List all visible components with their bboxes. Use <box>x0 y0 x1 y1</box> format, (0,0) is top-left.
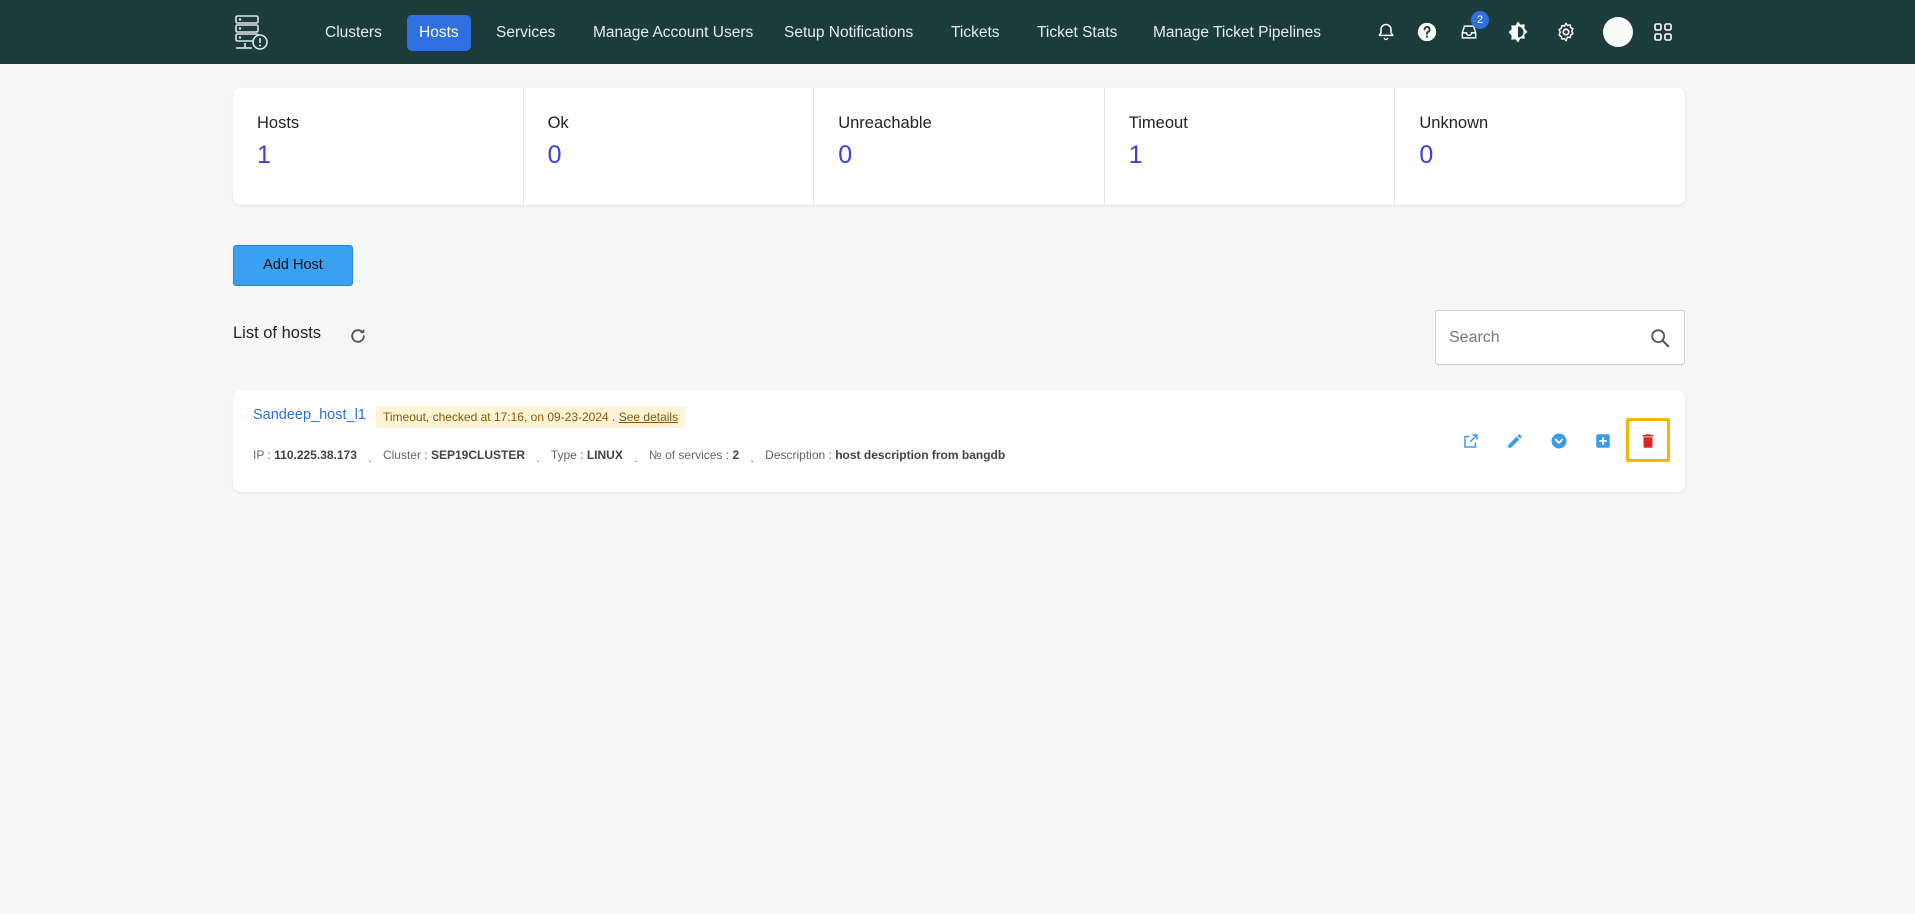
host-row: Sandeep_host_l1 Timeout, checked at 17:1… <box>233 390 1685 492</box>
add-host-button[interactable]: Add Host <box>233 245 353 286</box>
status-text: Timeout, checked at 17:16, on 09-23-2024… <box>383 410 616 424</box>
services-value: 2 <box>732 448 740 462</box>
separator: . <box>536 451 540 465</box>
open-external-icon[interactable] <box>1459 429 1483 453</box>
refresh-icon[interactable] <box>348 326 368 346</box>
services-label: № of services : <box>648 448 730 462</box>
stat-timeout: Timeout 1 <box>1105 88 1396 205</box>
search-icon[interactable] <box>1649 327 1671 349</box>
ip-value: 110.225.38.173 <box>274 448 357 462</box>
search-input[interactable] <box>1449 311 1639 364</box>
separator: . <box>368 451 372 465</box>
help-icon[interactable] <box>1413 18 1441 46</box>
bell-icon[interactable] <box>1372 18 1400 46</box>
stat-value: 1 <box>1128 141 1143 169</box>
edit-icon[interactable] <box>1503 429 1527 453</box>
expand-chevron-icon[interactable] <box>1547 429 1571 453</box>
stat-ok: Ok 0 <box>524 88 815 205</box>
description-value: host description from bangdb <box>835 448 1006 462</box>
separator: . <box>750 451 754 465</box>
search-field[interactable] <box>1435 310 1685 365</box>
host-meta: IP : 110.225.38.173 . Cluster : SEP19CLU… <box>253 448 1006 465</box>
see-details-link[interactable]: See details <box>619 410 678 424</box>
host-name-link[interactable]: Sandeep_host_l1 <box>253 407 366 423</box>
type-label: Type : <box>550 448 584 462</box>
host-stats-panel: Hosts 1 Ok 0 Unreachable 0 Timeout 1 Unk… <box>233 88 1685 205</box>
stat-value: 0 <box>1419 141 1434 169</box>
stat-hosts: Hosts 1 <box>233 88 524 205</box>
inbox-badge: 2 <box>1471 11 1489 29</box>
add-service-icon[interactable] <box>1591 429 1615 453</box>
status-badge: Timeout, checked at 17:16, on 09-23-2024… <box>376 406 686 428</box>
type-value: LINUX <box>586 448 623 462</box>
stat-label: Unknown <box>1419 114 1489 132</box>
nav-hosts[interactable]: Hosts <box>407 15 471 51</box>
nav-services[interactable]: Services <box>484 15 567 51</box>
nav-tickets[interactable]: Tickets <box>939 15 1012 51</box>
stat-value: 0 <box>547 141 562 169</box>
nav-manage-account-users[interactable]: Manage Account Users <box>581 15 765 51</box>
nav-clusters[interactable]: Clusters <box>313 15 394 51</box>
description-label: Description : <box>765 448 832 462</box>
gear-icon[interactable] <box>1552 18 1580 46</box>
apps-grid-icon[interactable] <box>1649 18 1677 46</box>
stat-label: Unreachable <box>838 114 932 132</box>
separator: . <box>634 451 638 465</box>
avatar <box>1603 17 1633 47</box>
nav-setup-notifications[interactable]: Setup Notifications <box>772 15 925 51</box>
ip-label: IP : <box>253 448 271 462</box>
nav-ticket-stats[interactable]: Ticket Stats <box>1025 15 1129 51</box>
stat-value: 1 <box>257 141 271 169</box>
theme-icon[interactable] <box>1504 18 1532 46</box>
user-avatar[interactable] <box>1603 17 1633 47</box>
list-title: List of hosts <box>233 324 322 342</box>
stat-label: Timeout <box>1128 114 1188 132</box>
delete-icon[interactable] <box>1636 429 1660 453</box>
inbox-icon[interactable]: 2 <box>1455 11 1489 46</box>
nav-manage-ticket-pipelines[interactable]: Manage Ticket Pipelines <box>1141 15 1333 51</box>
stat-value: 0 <box>838 141 853 169</box>
cluster-value: SEP19CLUSTER <box>430 448 525 462</box>
cluster-label: Cluster : <box>382 448 428 462</box>
server-logo-icon[interactable] <box>232 13 272 53</box>
stat-unknown: Unknown 0 <box>1395 88 1685 205</box>
stat-unreachable: Unreachable 0 <box>814 88 1105 205</box>
top-navbar: Clusters Hosts Services Manage Account U… <box>0 0 1915 64</box>
stat-label: Ok <box>547 114 569 132</box>
stat-label: Hosts <box>257 114 300 132</box>
